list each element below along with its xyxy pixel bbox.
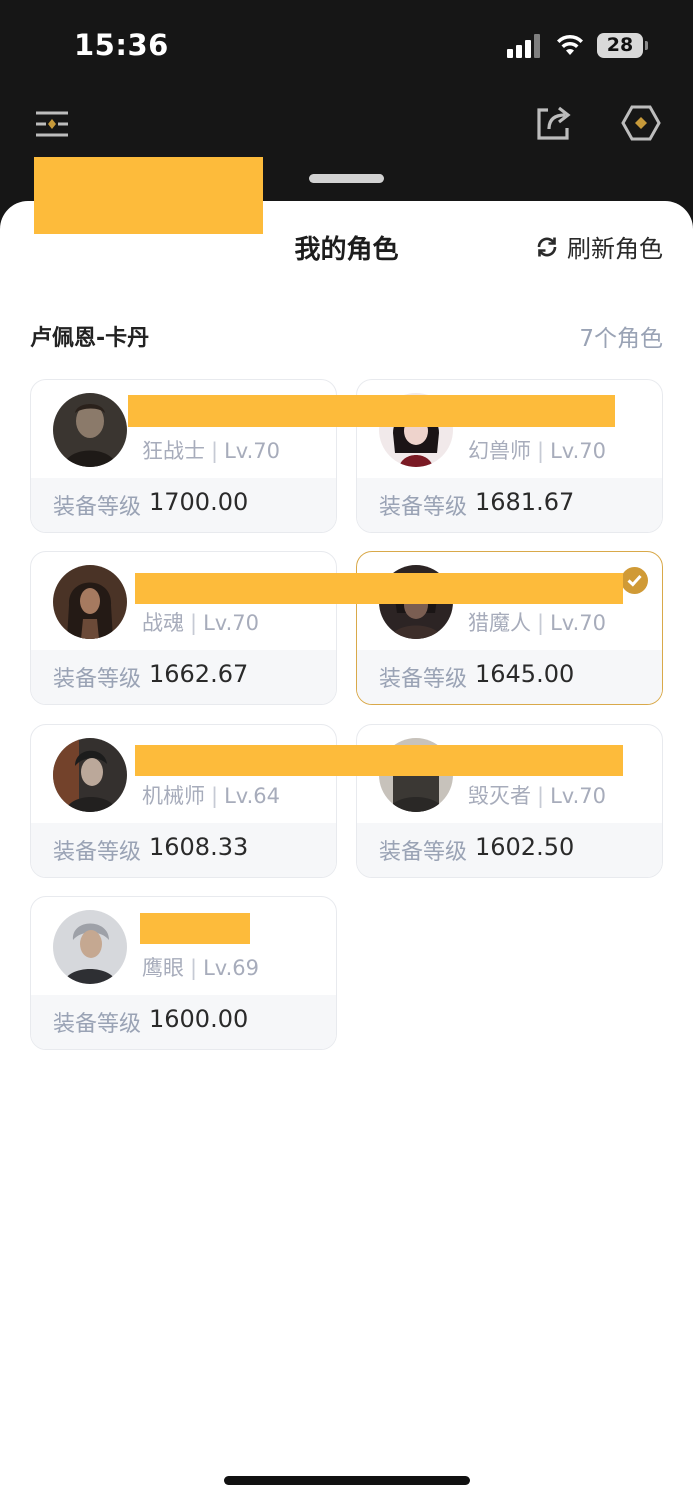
selected-check-icon xyxy=(621,567,648,594)
gear-score-row: 装备等级 1645.00 xyxy=(357,650,662,704)
gear-score-label: 装备等级 xyxy=(379,840,468,865)
gear-score-label: 装备等级 xyxy=(379,667,468,692)
battery-icon: 28 xyxy=(597,33,648,58)
status-time: 15:36 xyxy=(74,28,169,62)
redaction-bar xyxy=(128,395,615,427)
gear-score-row: 装备等级 1700.00 xyxy=(31,478,336,532)
gear-score-label: 装备等级 xyxy=(53,495,142,520)
gear-score-value: 1700.00 xyxy=(149,488,249,516)
refresh-icon xyxy=(537,237,557,256)
redaction-bar xyxy=(34,157,263,234)
gear-score-label: 装备等级 xyxy=(379,495,468,520)
character-avatar xyxy=(53,910,127,984)
wifi-icon xyxy=(557,34,583,55)
gear-score-value: 1600.00 xyxy=(149,1005,249,1033)
gear-score-row: 装备等级 1662.67 xyxy=(31,650,336,704)
hexagon-settings-icon[interactable] xyxy=(621,103,661,143)
status-bar: 15:36 28 xyxy=(0,0,693,90)
character-class-level: 幻兽师 | Lv.70 xyxy=(468,439,606,463)
refresh-label: 刷新角色 xyxy=(567,235,663,263)
redaction-bar xyxy=(140,913,250,944)
gear-score-label: 装备等级 xyxy=(53,667,142,692)
character-class-level: 狂战士 | Lv.70 xyxy=(142,439,280,463)
character-avatar xyxy=(53,738,127,812)
sliders-icon[interactable] xyxy=(33,105,73,145)
role-count: 7个角色 xyxy=(579,326,663,352)
character-class-level: 鹰眼 | Lv.69 xyxy=(142,956,259,980)
character-avatar xyxy=(53,393,127,467)
gear-score-value: 1662.67 xyxy=(149,660,249,688)
battery-level: 28 xyxy=(606,34,634,56)
characters-sheet: 我的角色 刷新角色 卢佩恩-卡丹 7个角色 狂战士 | Lv.70 装备等级 1… xyxy=(0,157,693,1500)
gear-score-value: 1608.33 xyxy=(149,833,249,861)
redaction-bar xyxy=(135,745,623,776)
refresh-button[interactable]: 刷新角色 xyxy=(535,229,663,264)
redaction-bar xyxy=(135,573,623,604)
server-name: 卢佩恩-卡丹 xyxy=(30,326,150,351)
gear-score-row: 装备等级 1600.00 xyxy=(31,995,336,1049)
app-bar xyxy=(0,95,693,155)
gear-score-label: 装备等级 xyxy=(53,1012,142,1037)
character-avatar xyxy=(53,565,127,639)
home-indicator[interactable] xyxy=(224,1476,470,1485)
gear-score-row: 装备等级 1602.50 xyxy=(357,823,662,877)
gear-score-value: 1602.50 xyxy=(475,833,575,861)
character-class-level: 毁灭者 | Lv.70 xyxy=(468,784,606,808)
character-class-level: 机械师 | Lv.64 xyxy=(142,784,280,808)
share-icon[interactable] xyxy=(534,102,574,142)
sheet-grabber[interactable] xyxy=(309,174,384,183)
gear-score-label: 装备等级 xyxy=(53,840,142,865)
gear-score-row: 装备等级 1681.67 xyxy=(357,478,662,532)
character-class-level: 猎魔人 | Lv.70 xyxy=(468,611,606,635)
cellular-signal-icon xyxy=(507,34,541,58)
character-class-level: 战魂 | Lv.70 xyxy=(142,611,259,635)
gear-score-value: 1681.67 xyxy=(475,488,575,516)
gear-score-row: 装备等级 1608.33 xyxy=(31,823,336,877)
app-screen: 15:36 28 我的角色 刷新角色 卢佩恩-卡丹 7个角色 狂战士 | Lv.… xyxy=(0,0,693,1500)
gear-score-value: 1645.00 xyxy=(475,660,575,688)
